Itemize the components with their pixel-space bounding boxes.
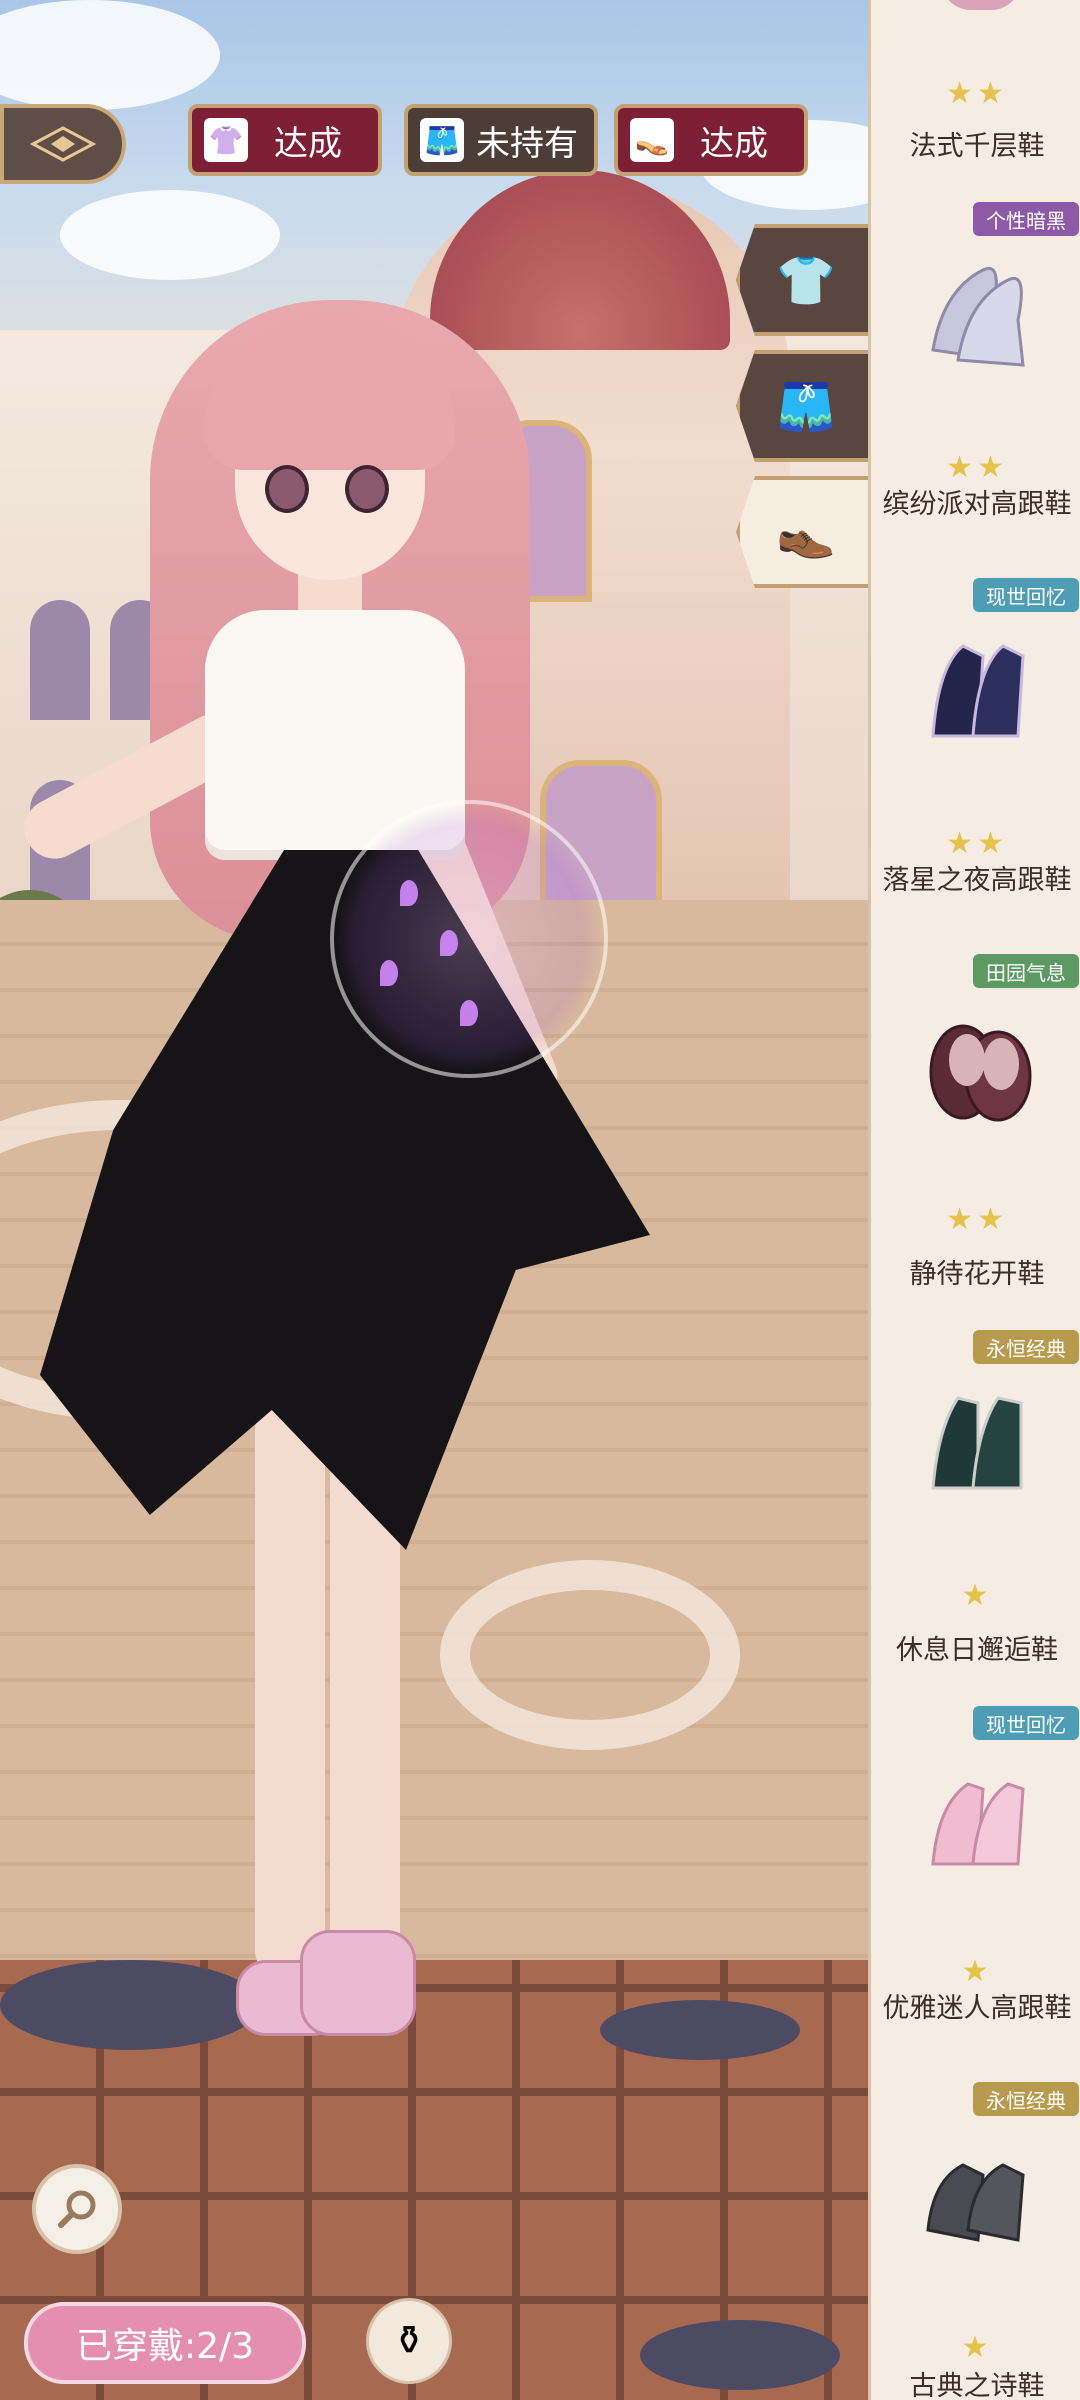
- filter-button-bottom[interactable]: 🩳 未持有: [404, 104, 598, 176]
- shoe-icon: [931, 266, 1025, 367]
- item-image-partial: [941, 0, 1021, 10]
- worn-count-label: 已穿戴:2/3: [75, 2326, 255, 2367]
- building-arch: [30, 600, 90, 720]
- pants-icon: 🩳: [420, 118, 464, 162]
- item-stars: ★★: [946, 450, 1008, 485]
- shoe-icon: [926, 2163, 1025, 2242]
- perfume-bottle-icon: ⚱: [392, 2318, 426, 2364]
- category-tab-shoes[interactable]: 👞: [736, 476, 872, 588]
- item-stars: ★: [961, 1954, 993, 1989]
- worn-count-badge[interactable]: 已穿戴:2/3: [24, 2302, 306, 2384]
- emblem-icon: [29, 126, 97, 162]
- item-stars: ★: [961, 1578, 993, 1613]
- item-card[interactable]: 永恒经典 ★ 古典之诗鞋: [871, 2080, 1080, 2400]
- item-name: 缤纷派对高跟鞋: [882, 489, 1072, 520]
- item-tag: 永恒经典: [973, 1330, 1079, 1364]
- magnifier-icon: [58, 2190, 96, 2228]
- shorts-icon: 🩳: [776, 378, 836, 435]
- item-card[interactable]: 现世回忆 ★ 优雅迷人高跟鞋: [871, 1704, 1080, 2080]
- palace-window: [490, 420, 592, 602]
- building-arch: [110, 600, 170, 720]
- item-card[interactable]: 田园气息 ★★ 静待花开鞋: [871, 952, 1080, 1328]
- filter-label: 未持有: [476, 123, 578, 164]
- shoe-icon: [929, 1024, 1032, 1122]
- item-stars: ★★: [946, 76, 1008, 111]
- perfume-button[interactable]: ⚱: [366, 2298, 452, 2384]
- item-tag: 现世回忆: [973, 578, 1079, 612]
- cloud: [0, 0, 220, 110]
- filter-label: 达成: [274, 123, 342, 164]
- filter-button-top[interactable]: 👚 达成: [188, 104, 382, 176]
- shoe-icon: [931, 644, 1025, 738]
- cloud: [60, 190, 280, 280]
- palace-door: [540, 760, 662, 922]
- shoes-icon: 👞: [776, 504, 836, 561]
- building-arch: [30, 780, 90, 900]
- item-tag: 田园气息: [973, 954, 1079, 988]
- filter-label: 达成: [700, 123, 768, 164]
- filter-button-shoes[interactable]: 👡 达成: [614, 104, 808, 176]
- item-name: 休息日邂逅鞋: [896, 1635, 1058, 1666]
- item-stars: ★★: [946, 1202, 1008, 1237]
- blouse-icon: 👚: [204, 118, 248, 162]
- shoe-icon: [931, 1782, 1025, 1866]
- grass-patch: [640, 2320, 840, 2390]
- item-card[interactable]: 个性暗黑 ★★ 缤纷派对高跟鞋: [871, 200, 1080, 576]
- grass-patch: [600, 2000, 800, 2060]
- floor-ornament: [440, 1560, 740, 1750]
- menu-emblem-button[interactable]: [0, 104, 126, 184]
- grass-patch: [0, 1960, 260, 2050]
- item-card[interactable]: 现世回忆 ★★ 落星之夜高跟鞋: [871, 576, 1080, 952]
- item-name: 落星之夜高跟鞋: [882, 865, 1072, 896]
- item-name: 静待花开鞋: [909, 1259, 1045, 1290]
- item-tag: 现世回忆: [973, 1706, 1079, 1740]
- item-stars: ★★: [946, 826, 1008, 861]
- zoom-button[interactable]: [32, 2164, 122, 2254]
- blouse-icon: 👕: [776, 252, 836, 309]
- item-name: 古典之诗鞋: [909, 2371, 1045, 2400]
- item-tag: 永恒经典: [973, 2082, 1079, 2116]
- game-scene: [0, 0, 868, 2400]
- item-stars: ★: [961, 2330, 993, 2365]
- shoes-icon: 👡: [630, 118, 674, 162]
- palace-dome: [430, 170, 730, 350]
- category-tab-bottom[interactable]: 🩳: [736, 350, 872, 462]
- plaza-floor: [0, 900, 868, 2000]
- item-list-panel[interactable]: ★★ 法式千层鞋 个性暗黑 ★★ 缤纷派对高跟鞋 现世回忆 ★★ 落星之夜高跟鞋…: [868, 0, 1080, 2400]
- item-tag: 个性暗黑: [973, 202, 1079, 236]
- category-tab-top[interactable]: 👕: [736, 224, 872, 336]
- item-card[interactable]: 永恒经典 ★ 休息日邂逅鞋: [871, 1328, 1080, 1704]
- shoe-icon: [931, 1396, 1023, 1490]
- item-name: 优雅迷人高跟鞋: [882, 1993, 1072, 2024]
- item-name: 法式千层鞋: [909, 131, 1045, 162]
